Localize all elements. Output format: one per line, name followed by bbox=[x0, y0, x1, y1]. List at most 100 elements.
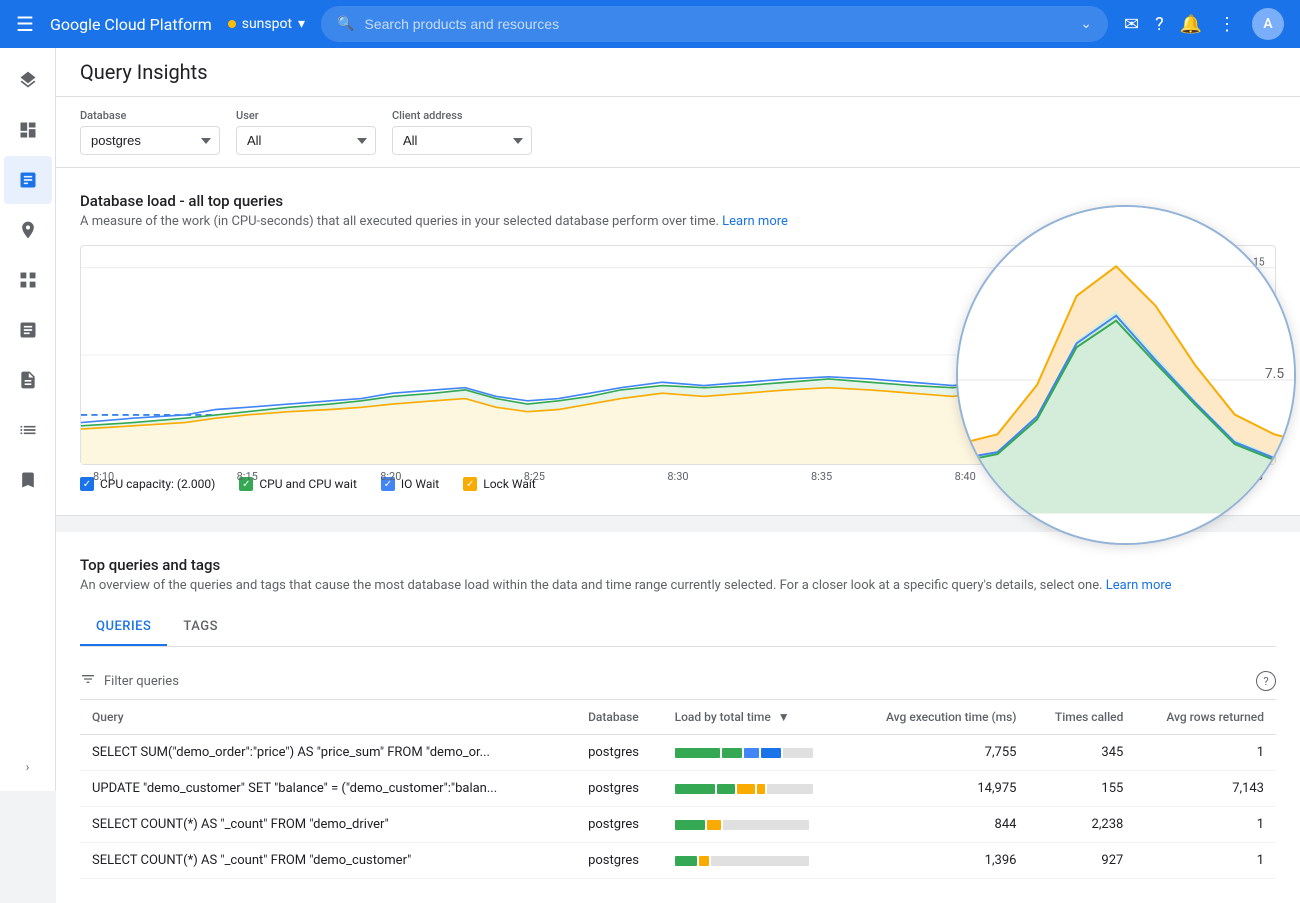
database-label: Database bbox=[80, 109, 220, 122]
sidebar-item-list[interactable] bbox=[4, 406, 52, 454]
sidebar-bottom: › bbox=[4, 751, 52, 783]
chart-wrapper: 15 7.5 0 8:10 8:15 8:20 8:25 8:30 8:35 8… bbox=[80, 245, 1276, 465]
queries-section: Top queries and tags An overview of the … bbox=[56, 532, 1300, 903]
cell-query-4: SELECT COUNT(*) AS "_count" FROM "demo_c… bbox=[80, 843, 576, 879]
col-database: Database bbox=[576, 700, 663, 735]
col-query: Query bbox=[80, 700, 576, 735]
cell-load-4 bbox=[663, 843, 850, 879]
svg-text:0: 0 bbox=[1259, 430, 1265, 443]
table-filter-bar: Filter queries ? bbox=[80, 663, 1276, 700]
svg-text:0: 0 bbox=[1276, 485, 1284, 501]
project-dropdown-icon: ▾ bbox=[298, 16, 305, 32]
queries-table: Query Database Load by total time ▼ Avg … bbox=[80, 700, 1276, 879]
load-segment-green2-2 bbox=[717, 784, 735, 794]
x-label-815: 8:15 bbox=[237, 470, 258, 483]
sidebar-item-layers[interactable] bbox=[4, 56, 52, 104]
table-row[interactable]: UPDATE "demo_customer" SET "balance" = (… bbox=[80, 771, 1276, 807]
notifications-icon[interactable]: 🔔 bbox=[1180, 14, 1202, 35]
x-label-810: 8:10 bbox=[93, 470, 114, 483]
cell-avg-rows-3: 1 bbox=[1135, 807, 1276, 843]
cell-times-called-2: 155 bbox=[1028, 771, 1135, 807]
load-segment-green-1 bbox=[675, 748, 720, 758]
load-segment-orange-4 bbox=[699, 856, 709, 866]
cell-load-2 bbox=[663, 771, 850, 807]
load-segment-gray-1 bbox=[783, 748, 813, 758]
queries-learn-more-link[interactable]: Learn more bbox=[1106, 578, 1172, 593]
search-icon: 🔍 bbox=[337, 16, 354, 32]
table-row[interactable]: SELECT COUNT(*) AS "_count" FROM "demo_d… bbox=[80, 807, 1276, 843]
chart-learn-more-link[interactable]: Learn more bbox=[722, 214, 788, 229]
col-load[interactable]: Load by total time ▼ bbox=[663, 700, 850, 735]
project-name: sunspot bbox=[242, 16, 292, 32]
load-segment-gray-4 bbox=[711, 856, 809, 866]
tab-queries[interactable]: QUERIES bbox=[80, 609, 167, 646]
cell-avg-rows-2: 7,143 bbox=[1135, 771, 1276, 807]
client-address-select[interactable]: All bbox=[392, 126, 532, 155]
x-label-830: 8:30 bbox=[667, 470, 688, 483]
sidebar-item-grid[interactable] bbox=[4, 256, 52, 304]
queries-description: An overview of the queries and tags that… bbox=[80, 578, 1276, 593]
cell-times-called-4: 927 bbox=[1028, 843, 1135, 879]
x-axis-labels: 8:10 8:15 8:20 8:25 8:30 8:35 8:40 8:45 … bbox=[81, 468, 1275, 483]
sort-arrow-icon: ▼ bbox=[778, 710, 790, 724]
user-select[interactable]: All bbox=[236, 126, 376, 155]
cell-avg-exec-1: 7,755 bbox=[850, 735, 1029, 771]
table-row[interactable]: SELECT SUM("demo_order":"price") AS "pri… bbox=[80, 735, 1276, 771]
sidebar-expand-button[interactable]: › bbox=[4, 751, 52, 783]
page-header: Query Insights bbox=[56, 48, 1300, 97]
x-label-820: 8:20 bbox=[380, 470, 401, 483]
load-bar-3 bbox=[675, 820, 838, 830]
chart-title: Database load - all top queries bbox=[80, 192, 1276, 210]
sidebar-item-routing[interactable] bbox=[4, 206, 52, 254]
col-avg-rows: Avg rows returned bbox=[1135, 700, 1276, 735]
cell-query-2: UPDATE "demo_customer" SET "balance" = (… bbox=[80, 771, 576, 807]
load-segment-orange2-2 bbox=[757, 784, 765, 794]
hamburger-menu-icon[interactable]: ☰ bbox=[16, 12, 34, 36]
client-address-label: Client address bbox=[392, 109, 532, 122]
client-address-filter-group: Client address All bbox=[392, 109, 532, 155]
cell-db-2: postgres bbox=[576, 771, 663, 807]
x-label-840: 8:40 bbox=[955, 470, 976, 483]
project-selector[interactable]: sunspot ▾ bbox=[228, 16, 305, 32]
sidebar-item-analytics[interactable] bbox=[4, 156, 52, 204]
mail-icon[interactable]: ✉ bbox=[1124, 14, 1139, 35]
database-select[interactable]: postgres bbox=[80, 126, 220, 155]
queries-tabs: QUERIES TAGS bbox=[80, 609, 1276, 647]
filter-queries-area[interactable]: Filter queries bbox=[80, 671, 179, 691]
svg-text:7.5: 7.5 bbox=[1250, 343, 1264, 356]
sidebar-item-docs[interactable] bbox=[4, 356, 52, 404]
help-icon[interactable]: ? bbox=[1155, 14, 1164, 35]
help-icon-button[interactable]: ? bbox=[1256, 671, 1276, 691]
svg-text:9:05: 9:05 bbox=[1242, 517, 1267, 532]
chart-container: 15 7.5 0 8:10 8:15 8:20 8:25 8:30 8:35 8… bbox=[80, 245, 1276, 465]
load-segment-gray-2 bbox=[767, 784, 813, 794]
x-label-825: 8:25 bbox=[524, 470, 545, 483]
sidebar-item-bookmarks[interactable] bbox=[4, 456, 52, 504]
more-options-icon[interactable]: ⋮ bbox=[1218, 14, 1236, 35]
search-input[interactable] bbox=[365, 16, 1071, 32]
load-segment-orange-2 bbox=[737, 784, 755, 794]
avatar[interactable]: A bbox=[1252, 8, 1284, 40]
x-label-850: 8:50 bbox=[1242, 470, 1263, 483]
sidebar-item-dashboard[interactable] bbox=[4, 106, 52, 154]
load-segment-green-4 bbox=[675, 856, 697, 866]
load-segment-darkblue-1 bbox=[761, 748, 781, 758]
table-row[interactable]: SELECT COUNT(*) AS "_count" FROM "demo_c… bbox=[80, 843, 1276, 879]
load-segment-gray-3 bbox=[723, 820, 809, 830]
cell-query-3: SELECT COUNT(*) AS "_count" FROM "demo_d… bbox=[80, 807, 576, 843]
search-bar[interactable]: 🔍 ⌄ bbox=[321, 6, 1108, 42]
cell-avg-rows-1: 1 bbox=[1135, 735, 1276, 771]
cell-query-1: SELECT SUM("demo_order":"price") AS "pri… bbox=[80, 735, 576, 771]
cell-db-4: postgres bbox=[576, 843, 663, 879]
sidebar-item-reports[interactable] bbox=[4, 306, 52, 354]
tab-tags[interactable]: TAGS bbox=[167, 609, 234, 646]
user-filter-group: User All bbox=[236, 109, 376, 155]
load-bar-1 bbox=[675, 748, 838, 758]
filter-queries-label: Filter queries bbox=[104, 674, 179, 689]
x-label-845: 8:45 bbox=[1098, 470, 1119, 483]
page-title: Query Insights bbox=[80, 60, 1276, 84]
database-filter-group: Database postgres bbox=[80, 109, 220, 155]
queries-title: Top queries and tags bbox=[80, 556, 1276, 574]
cell-avg-rows-4: 1 bbox=[1135, 843, 1276, 879]
cell-load-3 bbox=[663, 807, 850, 843]
